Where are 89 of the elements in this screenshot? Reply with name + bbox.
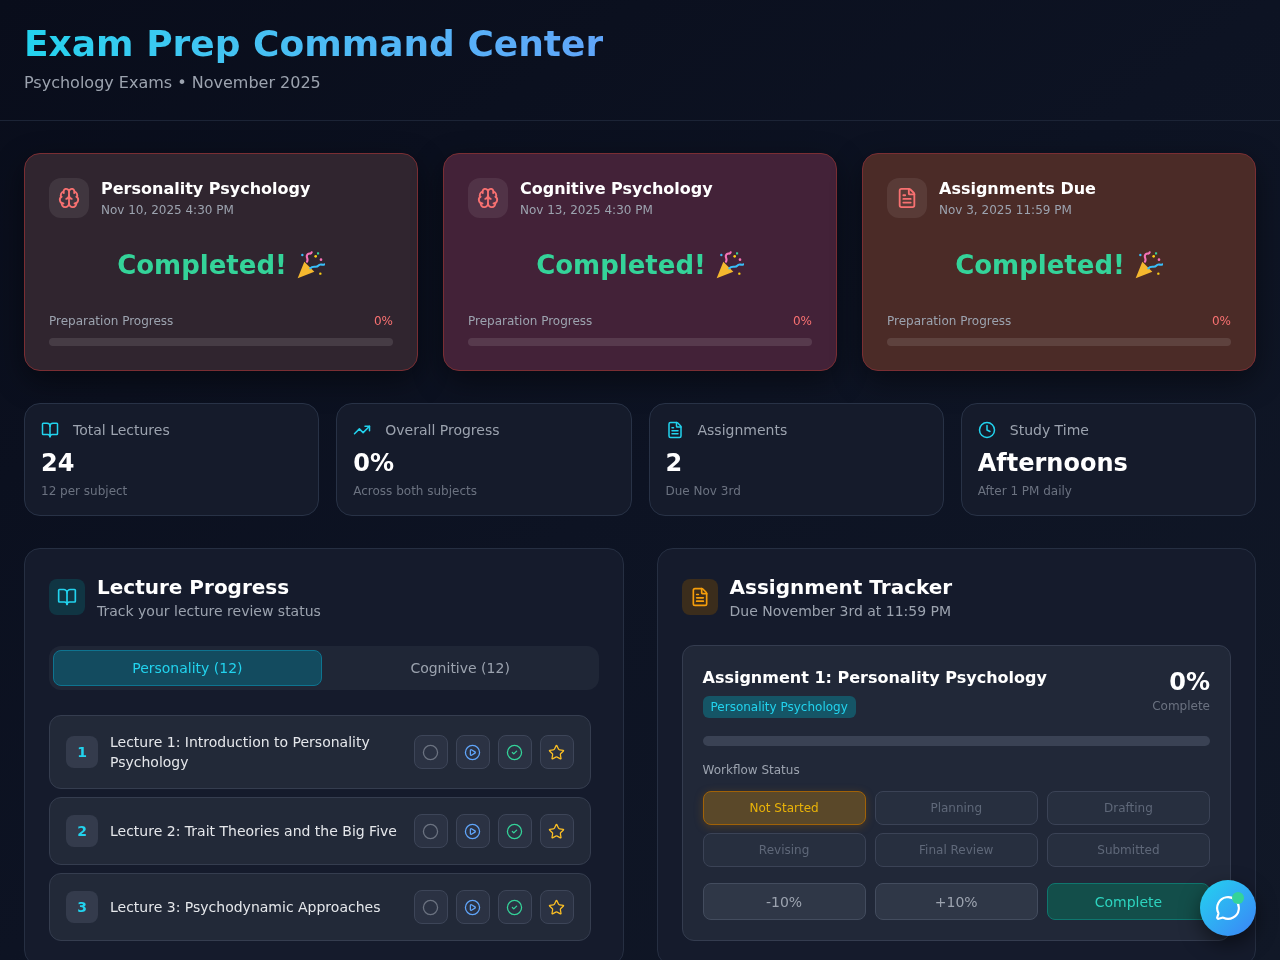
progress-value: 0% bbox=[373, 313, 393, 329]
check-icon bbox=[506, 822, 523, 840]
card-title: Personality Psychology bbox=[101, 178, 311, 199]
star-icon bbox=[548, 898, 565, 916]
stat-label: Study Time bbox=[1009, 421, 1089, 440]
stat-value: 2 bbox=[665, 448, 683, 479]
subject-tab[interactable]: Cognitive (12) bbox=[325, 650, 595, 686]
progress-label: Preparation Progress bbox=[49, 313, 174, 329]
book-icon bbox=[41, 421, 59, 439]
star-button[interactable] bbox=[539, 735, 574, 769]
star-button[interactable] bbox=[539, 814, 574, 848]
stat-label: Assignments bbox=[697, 421, 788, 440]
percent-caption: Complete bbox=[1152, 698, 1210, 714]
workflow-label: Workflow Status bbox=[702, 762, 800, 778]
play-icon bbox=[464, 898, 481, 916]
check-button[interactable] bbox=[497, 890, 532, 924]
stat-note: Due Nov 3rd bbox=[665, 483, 741, 499]
panel-title: Lecture Progress bbox=[97, 574, 291, 601]
brain-icon bbox=[477, 187, 499, 209]
stat-value: 0% bbox=[353, 448, 394, 479]
stat-value: 24 bbox=[41, 448, 75, 479]
play-button[interactable] bbox=[455, 814, 490, 848]
assignment-title: Assignment 1: Personality Psychology bbox=[702, 667, 1047, 689]
status-text: Completed! bbox=[955, 249, 1125, 281]
play-button[interactable] bbox=[455, 890, 490, 924]
stat-note: After 1 PM daily bbox=[977, 483, 1072, 499]
circle-icon bbox=[422, 898, 439, 916]
stat-label: Total Lectures bbox=[73, 421, 170, 440]
lecture-title: Lecture 3: Psychodynamic Approaches bbox=[110, 898, 382, 917]
status-button[interactable]: Final Review bbox=[874, 833, 1038, 867]
status-text: Completed! bbox=[536, 249, 706, 281]
status-button[interactable]: Drafting bbox=[1046, 791, 1210, 825]
circle-icon bbox=[422, 822, 439, 840]
stat-note: 12 per subject bbox=[41, 483, 128, 499]
status-button[interactable]: Revising bbox=[702, 833, 866, 867]
page-subtitle: Psychology Exams • November 2025 bbox=[24, 72, 321, 94]
lecture-number: 2 bbox=[66, 815, 98, 847]
document-icon bbox=[896, 187, 918, 209]
card-date: Nov 13, 2025 4:30 PM bbox=[520, 201, 654, 218]
check-button[interactable] bbox=[497, 814, 532, 848]
star-button[interactable] bbox=[539, 890, 574, 924]
lecture-title: Lecture 2: Trait Theories and the Big Five bbox=[110, 822, 398, 841]
card-date: Nov 3, 2025 11:59 PM bbox=[939, 201, 1073, 218]
party-popper-icon bbox=[296, 251, 325, 279]
card-title: Cognitive Psychology bbox=[520, 178, 713, 199]
percent-value: 0% bbox=[1169, 667, 1210, 698]
increase-button[interactable]: +10% bbox=[874, 883, 1038, 920]
decrease-button[interactable]: -10% bbox=[702, 883, 866, 920]
circle-button[interactable] bbox=[413, 735, 448, 769]
lecture-title: Lecture 1: Introduction to Personality Psychology bbox=[110, 733, 371, 772]
progress-label: Preparation Progress bbox=[468, 313, 593, 329]
status-button[interactable]: Not Started bbox=[702, 791, 866, 825]
star-icon bbox=[548, 822, 565, 840]
play-icon bbox=[464, 822, 481, 840]
stat-value: Afternoons bbox=[977, 448, 1128, 479]
panel-title: Assignment Tracker bbox=[729, 574, 953, 601]
clock-icon bbox=[977, 421, 996, 439]
circle-button[interactable] bbox=[413, 814, 448, 848]
progress-value: 0% bbox=[1211, 313, 1231, 329]
book-icon bbox=[57, 587, 77, 607]
progress-value: 0% bbox=[792, 313, 812, 329]
circle-button[interactable] bbox=[413, 890, 448, 924]
subject-tag: Personality Psychology bbox=[702, 696, 856, 718]
document-icon bbox=[665, 421, 684, 439]
check-button[interactable] bbox=[497, 735, 532, 769]
lecture-number: 3 bbox=[66, 891, 98, 923]
check-icon bbox=[506, 898, 523, 916]
stat-note: Across both subjects bbox=[353, 483, 477, 499]
chat-bubble-icon bbox=[1215, 895, 1241, 921]
party-popper-icon bbox=[715, 251, 744, 279]
brain-icon bbox=[58, 187, 80, 209]
complete-button[interactable]: Complete bbox=[1046, 883, 1210, 920]
lecture-number: 1 bbox=[66, 736, 98, 768]
progress-label: Preparation Progress bbox=[887, 313, 1012, 329]
status-text: Completed! bbox=[117, 249, 287, 281]
subject-tab[interactable]: Personality (12) bbox=[53, 650, 322, 686]
card-date: Nov 10, 2025 4:30 PM bbox=[101, 201, 235, 218]
party-popper-icon bbox=[1134, 251, 1163, 279]
stat-label: Overall Progress bbox=[385, 421, 500, 440]
panel-subtitle: Track your lecture review status bbox=[97, 602, 321, 621]
play-button[interactable] bbox=[455, 735, 490, 769]
status-button[interactable]: Planning bbox=[874, 791, 1038, 825]
status-button[interactable]: Submitted bbox=[1046, 833, 1210, 867]
card-title: Assignments Due bbox=[939, 178, 1096, 199]
panel-subtitle: Due November 3rd at 11:59 PM bbox=[729, 602, 953, 621]
star-icon bbox=[548, 743, 565, 761]
play-icon bbox=[464, 743, 481, 761]
circle-icon bbox=[422, 743, 439, 761]
check-icon bbox=[506, 743, 523, 761]
